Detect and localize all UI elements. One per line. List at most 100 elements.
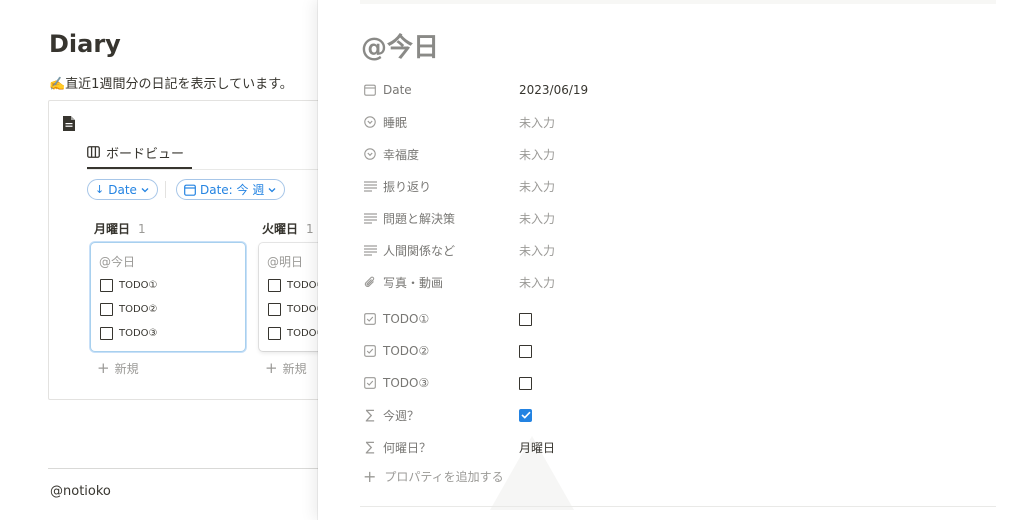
checkbox[interactable] [100, 303, 113, 316]
filter-divider [165, 181, 166, 198]
checkbox[interactable] [519, 344, 532, 358]
property-name[interactable]: 何曜日？ [383, 439, 509, 456]
board-database: ボードビュー ↓ Date Date: 今 週 月曜日 1 @今日 TODO① … [48, 100, 413, 400]
new-card-button[interactable]: + 新規 [97, 359, 139, 377]
side-peek-panel: @今日 Date 2023/06/19 睡眠 未入力 幸福度 未入力 振り返り 未入力 問題と解… [318, 0, 1024, 520]
calendar-icon [184, 184, 196, 196]
plus-icon: + [363, 467, 377, 486]
peek-page-title[interactable]: @今日 [361, 27, 439, 64]
property-value[interactable]: 未入力 [519, 242, 555, 259]
property-row[interactable]: TODO③ [363, 367, 963, 399]
group-header-monday: 月曜日 1 [94, 220, 146, 237]
app-root: Diary ✍️直近1週間分の日記を表示しています。 ボードビュー ↓ Date… [0, 0, 1024, 520]
group-name: 火曜日 [262, 222, 299, 236]
card-todo-row: TODO② [100, 303, 158, 316]
property-name[interactable]: 幸福度 [383, 146, 509, 163]
property-row[interactable]: ∑ 今週？ [363, 399, 963, 431]
plus-icon: + [97, 359, 110, 377]
board-card[interactable]: @今日 TODO① TODO② TODO③ [91, 243, 245, 351]
new-card-button[interactable]: + 新規 [265, 359, 307, 377]
property-row[interactable]: Date 2023/06/19 [363, 74, 963, 106]
new-card-label: 新規 [114, 361, 139, 376]
todo-label: TODO③ [119, 328, 158, 339]
group-header-tuesday: 火曜日 1 [262, 220, 314, 237]
property-name[interactable]: 写真・動画 [383, 274, 509, 291]
page-icon [63, 116, 75, 131]
todo-label: TODO① [119, 280, 158, 291]
property-name[interactable]: TODO① [383, 312, 509, 326]
property-row[interactable]: 人間関係など 未入力 [363, 234, 963, 266]
sort-chip-label: Date [108, 182, 137, 197]
checkbox-checked[interactable] [519, 408, 532, 422]
card-todo-row: TODO① [100, 279, 158, 292]
property-value [519, 408, 532, 422]
formula-icon: ∑ [365, 439, 375, 455]
footer-divider [48, 468, 340, 469]
property-value [519, 344, 532, 358]
property-value[interactable]: 未入力 [519, 178, 555, 195]
checkbox[interactable] [268, 303, 281, 316]
property-name[interactable]: 振り返り [383, 178, 509, 195]
card-title: @明日 [267, 255, 304, 269]
arrow-down-icon: ↓ [95, 183, 105, 196]
property-name[interactable]: 今週？ [383, 407, 509, 424]
page-description: ✍️直近1週間分の日記を表示しています。 [49, 77, 293, 92]
tab-board-view[interactable]: ボードビュー [87, 143, 193, 169]
property-row[interactable]: ∑ 何曜日？ 月曜日 [363, 431, 963, 463]
diary-page: Diary ✍️直近1週間分の日記を表示しています。 ボードビュー ↓ Date… [0, 0, 413, 520]
property-name[interactable]: 睡眠 [383, 114, 509, 131]
sort-chip[interactable]: ↓ Date [87, 179, 158, 200]
property-value[interactable]: 2023/06/19 [519, 83, 588, 97]
paperclip-icon [363, 275, 377, 289]
checkbox[interactable] [100, 327, 113, 340]
property-value[interactable]: 未入力 [519, 274, 555, 291]
group-name: 月曜日 [94, 222, 131, 236]
chevron-down-icon [268, 187, 276, 192]
todo-label: TODO② [119, 304, 158, 315]
property-row[interactable]: 問題と解決策 未入力 [363, 202, 963, 234]
page-title: Diary [49, 30, 121, 58]
checkbox[interactable] [519, 376, 532, 390]
group-count: 1 [306, 222, 314, 236]
checkbox[interactable] [268, 279, 281, 292]
peek-bottom-divider [360, 506, 996, 507]
calendar-icon [363, 83, 377, 97]
property-row[interactable]: 振り返り 未入力 [363, 170, 963, 202]
card-todo-row: TODO③ [100, 327, 158, 340]
plus-icon: + [265, 359, 278, 377]
add-property-button[interactable]: + プロパティを追加する [363, 467, 504, 486]
property-value[interactable]: 未入力 [519, 210, 555, 227]
checkbox[interactable] [268, 327, 281, 340]
checkbox-icon [363, 312, 377, 326]
property-row[interactable]: 睡眠 未入力 [363, 106, 963, 138]
property-row[interactable]: 写真・動画 未入力 [363, 266, 963, 298]
card-todo-row: TODO② [268, 303, 326, 316]
property-name[interactable]: TODO② [383, 344, 509, 358]
card-title: @今日 [99, 255, 136, 269]
checkbox-icon [363, 344, 377, 358]
card-todo-row: TODO① [268, 279, 326, 292]
select-icon [363, 147, 377, 161]
property-value [519, 312, 532, 326]
filter-chip[interactable]: Date: 今 週 [176, 179, 286, 200]
property-value[interactable]: 未入力 [519, 114, 555, 131]
chevron-down-icon [141, 187, 149, 192]
checkbox-icon [363, 376, 377, 390]
peek-top-divider [360, 0, 996, 4]
filter-chip-label: Date: 今 週 [200, 183, 265, 197]
property-name[interactable]: TODO③ [383, 376, 509, 390]
group-count: 1 [138, 222, 146, 236]
property-value[interactable]: 月曜日 [519, 439, 555, 456]
property-value[interactable]: 未入力 [519, 146, 555, 163]
checkbox[interactable] [100, 279, 113, 292]
board-icon [87, 146, 100, 158]
property-name[interactable]: Date [383, 83, 509, 97]
checkbox[interactable] [519, 312, 532, 326]
property-row[interactable]: 幸福度 未入力 [363, 138, 963, 170]
property-name[interactable]: 問題と解決策 [383, 210, 509, 227]
property-value [519, 376, 532, 390]
property-name[interactable]: 人間関係など [383, 242, 509, 259]
property-row[interactable]: TODO② [363, 335, 963, 367]
property-row[interactable]: TODO① [363, 303, 963, 335]
tab-label: ボードビュー [106, 146, 185, 162]
